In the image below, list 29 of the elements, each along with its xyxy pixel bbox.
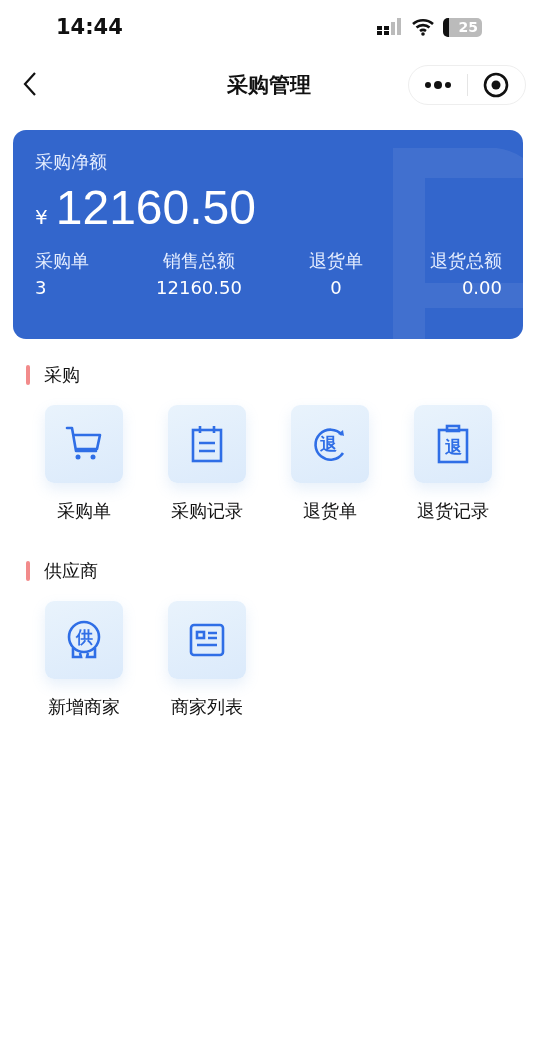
stat-label: 退货单 [308,249,363,273]
stat-value: 3 [35,277,47,298]
summary-label: 采购净额 [35,150,108,174]
more-icon [423,81,452,89]
close-icon [483,72,510,98]
section-title: 采购 [44,363,80,387]
stat-label: 销售总额 [162,249,235,273]
section-marker [26,561,30,581]
net-amount: 12160.50 [55,180,256,235]
status-time: 14:44 [56,15,123,39]
menu-item[interactable]: 退 退货记录 [391,405,514,523]
menu-item[interactable]: 采购单 [22,405,145,523]
stat-label: 采购单 [35,249,89,273]
section-marker [26,365,30,385]
stat-value: 0.00 [461,277,502,298]
stat-label: 退货总额 [430,249,502,273]
menu-item[interactable]: 采购记录 [145,405,268,523]
stat-value: 12160.50 [156,277,242,298]
menu-item[interactable]: 供 新增商家 [22,601,145,719]
wifi-icon [410,18,435,36]
menu-item[interactable]: 退 退货单 [268,405,391,523]
page-title: 采购管理 [227,72,311,99]
currency-symbol: ¥ [35,205,48,229]
menu-item[interactable]: 商家列表 [145,601,268,719]
signal-icon [376,18,403,36]
stat-value: 0 [330,277,342,298]
back-icon [22,71,38,97]
battery-level: 25 [442,17,482,37]
section-title: 供应商 [44,559,98,583]
